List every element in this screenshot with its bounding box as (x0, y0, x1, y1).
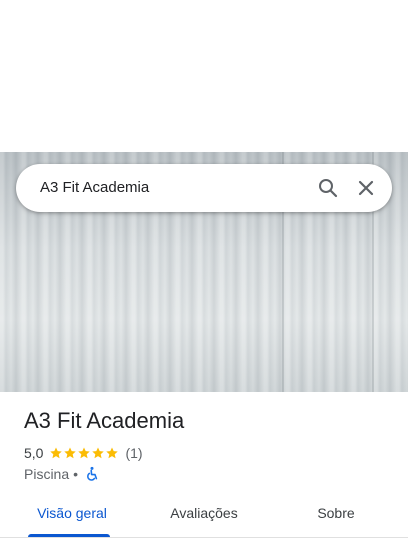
star-icon (92, 447, 105, 459)
tabs-divider (0, 537, 408, 538)
place-title: A3 Fit Academia (24, 408, 185, 433)
tab-overview[interactable]: Visão geral (24, 496, 120, 534)
category-row: Piscina • (24, 465, 100, 483)
search-input[interactable]: A3 Fit Academia (40, 164, 149, 212)
place-tabs: Visão geral Avaliações Sobre (0, 496, 408, 544)
close-icon[interactable] (354, 176, 378, 200)
star-icon (78, 447, 91, 459)
tab-about[interactable]: Sobre (296, 496, 376, 534)
tab-reviews[interactable]: Avaliações (156, 496, 252, 534)
rating-value: 5,0 (24, 445, 44, 461)
separator-dot: • (73, 466, 79, 482)
search-bar[interactable]: A3 Fit Academia (16, 164, 392, 212)
search-icon[interactable] (316, 176, 340, 200)
rating-stars (49, 446, 119, 460)
star-icon (106, 447, 119, 459)
wheelchair-icon (84, 466, 100, 482)
rating-row: 5,0 (1) (24, 444, 143, 462)
place-category: Piscina (24, 466, 70, 482)
star-icon (50, 447, 63, 459)
star-icon (64, 447, 77, 459)
review-count-link[interactable]: (1) (125, 445, 142, 461)
top-blank-area (0, 0, 408, 152)
